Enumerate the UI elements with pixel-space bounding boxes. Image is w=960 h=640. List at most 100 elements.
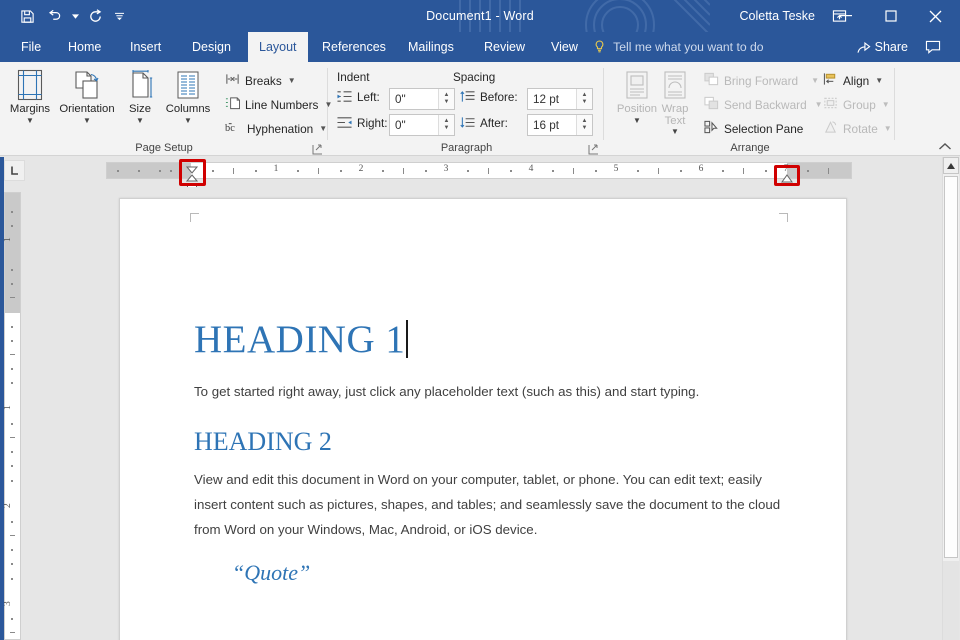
indent-right-input[interactable]: 0" ▲ ▼ [389, 114, 455, 136]
tab-layout[interactable]: Layout [248, 32, 308, 62]
undo-dropdown-icon[interactable] [70, 3, 80, 29]
selection-pane-button[interactable]: Selection Pane [701, 117, 806, 140]
tell-me-search[interactable]: Tell me what you want to do [594, 32, 764, 62]
tab-file[interactable]: File [10, 32, 52, 62]
columns-button[interactable]: Columns ▼ [160, 67, 216, 126]
scroll-up-icon[interactable] [943, 157, 959, 174]
paragraph-dialog-launcher[interactable] [588, 142, 600, 155]
spacing-after-stepper[interactable]: ▲ ▼ [576, 115, 592, 135]
spacing-before-value: 12 pt [533, 92, 559, 106]
ruler-number-2: 2 [358, 164, 364, 174]
breaks-icon [225, 72, 240, 89]
group-label-paragraph: Paragraph [440, 142, 493, 154]
align-icon [823, 72, 838, 89]
text-boundary-corner-top-left [190, 213, 199, 222]
indent-right-icon [337, 116, 352, 134]
orientation-icon [55, 67, 119, 103]
tab-mailings[interactable]: Mailings [397, 32, 465, 62]
document-heading-1[interactable]: HEADING 1 [194, 317, 408, 362]
document-paragraph-2[interactable]: View and edit this document in Word on y… [194, 467, 794, 542]
spacing-after-icon [460, 116, 475, 134]
account-name[interactable]: Coletta Teske [739, 0, 815, 32]
spacing-before-label: Before: [480, 91, 518, 104]
orientation-button[interactable]: Orientation ▼ [55, 67, 119, 126]
tab-review[interactable]: Review [473, 32, 536, 62]
comments-icon[interactable] [916, 32, 950, 62]
document-page[interactable]: HEADING 1 To get started right away, jus… [119, 198, 847, 640]
align-button[interactable]: Align ▼ [820, 69, 886, 92]
scrollbar-track[interactable] [943, 561, 959, 640]
chevron-down-icon: ▼ [184, 116, 192, 125]
margins-button[interactable]: Margins ▼ [2, 67, 58, 126]
share-button[interactable]: Share [857, 32, 908, 62]
ruler-number-3: 3 [443, 164, 449, 174]
tab-design[interactable]: Design [181, 32, 242, 62]
vertical-ruler[interactable]: 1 1 2 3 [3, 192, 21, 640]
indent-left-input[interactable]: 0" ▲ ▼ [389, 88, 455, 110]
line-numbers-button[interactable]: Line Numbers ▼ [222, 93, 335, 116]
title-bar: Document1 - Word Coletta Teske [0, 0, 960, 32]
tab-insert[interactable]: Insert [119, 32, 172, 62]
send-backward-button[interactable]: Send Backward ▼ [701, 93, 826, 116]
chevron-down-icon: ▼ [875, 76, 884, 85]
group-button[interactable]: Group ▼ [820, 93, 893, 116]
indent-right-label: Right: [357, 117, 388, 130]
size-button[interactable]: Size ▼ [119, 67, 161, 126]
close-button[interactable] [913, 0, 958, 32]
spacing-before-stepper[interactable]: ▲ ▼ [576, 89, 592, 109]
tab-home[interactable]: Home [57, 32, 112, 62]
wrap-text-button[interactable]: Wrap Text ▼ [653, 67, 697, 137]
save-icon[interactable] [14, 3, 40, 29]
rotate-button[interactable]: Rotate ▼ [820, 117, 895, 140]
hyphenation-button[interactable]: bc Hyphenation ▼ [222, 117, 330, 140]
collapse-ribbon-icon[interactable] [938, 139, 954, 153]
tab-references[interactable]: References [311, 32, 397, 62]
vertical-scrollbar[interactable] [942, 157, 959, 640]
lightbulb-icon [594, 34, 605, 64]
maximize-button[interactable] [868, 0, 913, 32]
vruler-number-1-top: 1 [3, 237, 13, 242]
customize-quick-access-toolbar-icon[interactable] [110, 3, 128, 29]
text-cursor [406, 320, 408, 358]
indent-left-stepper[interactable]: ▲ ▼ [438, 89, 454, 109]
margins-label: Margins [9, 103, 51, 115]
document-heading-2[interactable]: HEADING 2 [194, 427, 332, 457]
ruler-number-4: 4 [528, 164, 534, 174]
title-bar-decoration [459, 0, 710, 32]
selection-pane-label: Selection Pane [724, 121, 804, 136]
chevron-down-icon: ▼ [26, 116, 34, 125]
indent-left-icon [337, 90, 352, 108]
document-canvas[interactable]: HEADING 1 To get started right away, jus… [24, 187, 936, 640]
undo-icon[interactable] [42, 3, 68, 29]
wrap-text-icon [653, 67, 697, 103]
breaks-button[interactable]: Breaks ▼ [222, 69, 299, 92]
chevron-down-icon: ▼ [287, 76, 296, 85]
page-setup-dialog-launcher[interactable] [312, 142, 324, 155]
spacing-after-input[interactable]: 16 pt ▲ ▼ [527, 114, 593, 136]
columns-icon [160, 67, 216, 103]
rotate-icon [823, 120, 838, 137]
text-boundary-corner-top-right [779, 213, 788, 222]
chevron-down-icon: ▼ [883, 124, 892, 133]
vruler-number-1: 1 [3, 405, 13, 410]
quick-access-toolbar [14, 0, 128, 32]
chevron-down-icon: ▼ [811, 76, 820, 85]
tab-view[interactable]: View [540, 32, 589, 62]
horizontal-ruler[interactable]: 1 2 3 4 5 6 7 [106, 162, 852, 179]
indent-right-stepper[interactable]: ▲ ▼ [438, 115, 454, 135]
word-application-window: Document1 - Word Coletta Teske File Home… [0, 0, 960, 640]
chevron-down-icon: ▼ [671, 127, 679, 136]
spacing-section-header: Spacing [453, 71, 496, 84]
redo-icon[interactable] [82, 3, 108, 29]
line-numbers-label: Line Numbers [245, 97, 319, 112]
document-paragraph-1[interactable]: To get started right away, just click an… [194, 379, 754, 404]
ribbon-group-paragraph: Paragraph Indent Spacing Left: 0" ▲ ▼ Ri… [329, 62, 604, 156]
right-indent-marker[interactable] [781, 170, 793, 188]
document-quote[interactable]: “Quote” [232, 560, 310, 586]
minimize-button[interactable] [823, 0, 868, 32]
bring-forward-button[interactable]: Bring Forward ▼ [701, 69, 822, 92]
selection-pane-icon [704, 120, 719, 137]
scrollbar-thumb[interactable] [944, 176, 958, 558]
left-tab-stop-icon[interactable] [4, 160, 25, 181]
spacing-before-input[interactable]: 12 pt ▲ ▼ [527, 88, 593, 110]
